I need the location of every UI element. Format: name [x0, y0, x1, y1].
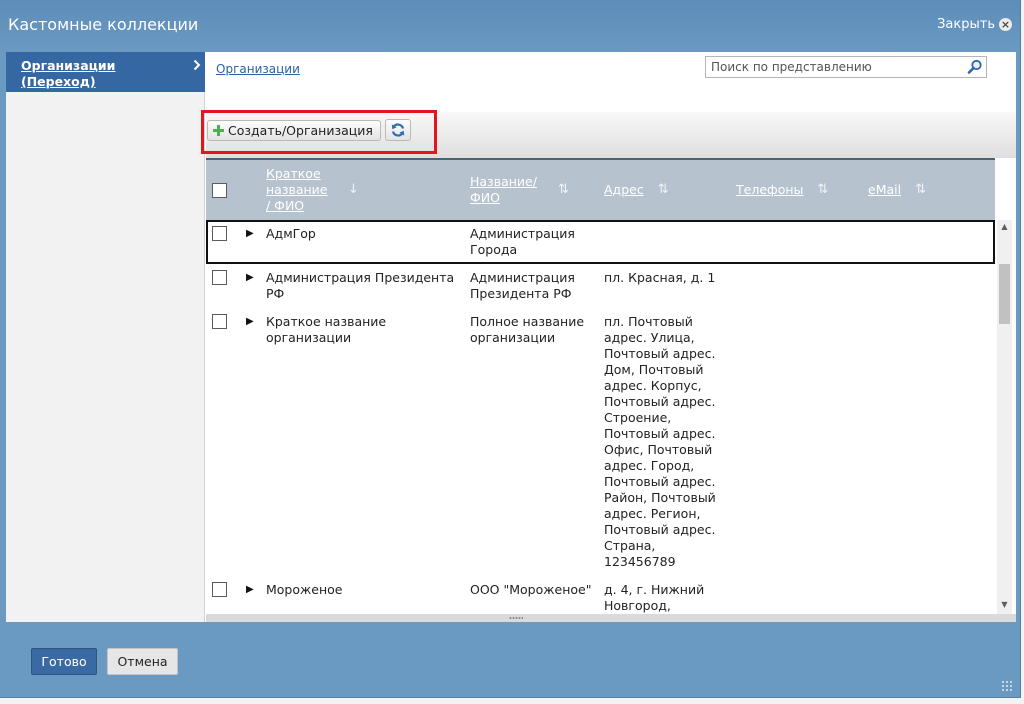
cell-phones[interactable] — [730, 576, 862, 614]
cell-phones[interactable] — [730, 220, 862, 264]
select-all-checkbox[interactable] — [212, 182, 227, 198]
column-header-label[interactable]: Название/ ФИО — [470, 174, 544, 206]
dialog-title: Кастомные коллекции — [8, 15, 199, 34]
row-checkbox[interactable] — [212, 270, 227, 285]
table-body: ▶ АдмГор Администрация Города ▶ Админист… — [206, 220, 995, 614]
column-header-email[interactable]: eMail ⇅ — [862, 160, 995, 220]
vertical-scrollbar[interactable]: ▲ ▼ — [997, 220, 1012, 614]
table-footer-strip — [206, 614, 1016, 622]
column-header-phones[interactable]: Телефоны ⇅ — [730, 160, 862, 220]
table-row[interactable]: ▶ АдмГор Администрация Города — [206, 220, 995, 264]
cell-short-name[interactable]: Краткое название организации — [260, 308, 464, 576]
refresh-button[interactable] — [385, 119, 411, 141]
resize-grip-icon[interactable] — [1001, 680, 1013, 692]
header-expand-cell — [238, 160, 260, 220]
cell-phones[interactable] — [730, 264, 862, 308]
sort-desc-icon[interactable]: ↓ — [348, 182, 359, 198]
expand-arrow-icon[interactable]: ▶ — [238, 220, 260, 264]
sort-icon[interactable]: ⇅ — [915, 182, 926, 198]
sidebar: Организации (Переход) — [6, 52, 205, 622]
cell-address[interactable]: пл. Почтовый адрес. Улица, Почтовый адре… — [598, 308, 730, 576]
sort-icon[interactable]: ⇅ — [558, 182, 569, 198]
cell-name[interactable]: Полное название организации — [464, 308, 598, 576]
table-header: Краткое название / ФИО ↓ Название/ ФИО ⇅… — [206, 158, 995, 220]
scroll-down-arrow-icon[interactable]: ▼ — [997, 598, 1012, 612]
column-header-label[interactable]: Телефоны — [736, 182, 803, 198]
expand-arrow-icon[interactable]: ▶ — [238, 264, 260, 308]
cell-address[interactable] — [598, 220, 730, 264]
breadcrumb-link[interactable]: Организации — [216, 61, 300, 77]
split-resize-handle[interactable] — [509, 616, 523, 620]
select-cell — [206, 220, 238, 264]
sidebar-item-organizations[interactable]: Организации (Переход) — [6, 52, 205, 92]
sidebar-item-label[interactable]: Организации (Переход) — [21, 58, 141, 90]
column-header-short-name[interactable]: Краткое название / ФИО ↓ — [260, 160, 464, 220]
column-header-name[interactable]: Название/ ФИО ⇅ — [464, 160, 598, 220]
header-select-cell — [206, 160, 238, 220]
title-bar: Кастомные коллекции Закрыть × — [0, 0, 1020, 50]
scroll-up-arrow-icon[interactable]: ▲ — [997, 220, 1012, 234]
column-header-label[interactable]: Краткое название / ФИО — [266, 166, 334, 214]
cell-short-name[interactable]: АдмГор — [260, 220, 464, 264]
cell-email[interactable] — [862, 576, 995, 614]
scroll-thumb[interactable] — [999, 264, 1010, 324]
select-cell — [206, 264, 238, 308]
cell-email[interactable] — [862, 264, 995, 308]
expand-arrow-icon[interactable]: ▶ — [238, 308, 260, 576]
cell-short-name[interactable]: Мороженое — [260, 576, 464, 614]
create-organization-button[interactable]: Создать/Организация — [207, 120, 381, 141]
table-row[interactable]: ▶ Мороженое ООО "Мороженое" д. 4, г. Ниж… — [206, 576, 995, 614]
done-button[interactable]: Готово — [31, 648, 97, 675]
cell-address[interactable]: д. 4, г. Нижний Новгород, — [598, 576, 730, 614]
select-cell — [206, 576, 238, 614]
cell-email[interactable] — [862, 308, 995, 576]
cell-phones[interactable] — [730, 308, 862, 576]
expand-arrow-icon[interactable]: ▶ — [238, 576, 260, 614]
table-row[interactable]: ▶ Администрация Президента РФ Администра… — [206, 264, 995, 308]
collections-dialog: Кастомные коллекции Закрыть × Организаци… — [0, 0, 1021, 698]
chevron-right-icon — [193, 59, 201, 71]
content-panel: Организации (Переход) Организации Поиск … — [6, 52, 1016, 622]
cell-short-name[interactable]: Администрация Президента РФ — [260, 264, 464, 308]
main-area: Организации Создать/Организация — [201, 52, 1016, 622]
row-checkbox[interactable] — [212, 314, 227, 329]
cancel-button[interactable]: Отмена — [107, 648, 178, 675]
search-input[interactable] — [706, 57, 962, 77]
close-button-label[interactable]: Закрыть — [937, 17, 995, 32]
close-button[interactable]: Закрыть × — [937, 15, 1012, 33]
search-box[interactable] — [705, 56, 987, 78]
table-row[interactable]: ▶ Краткое название организации Полное на… — [206, 308, 995, 576]
cell-name[interactable]: ООО "Мороженое" — [464, 576, 598, 614]
sort-icon[interactable]: ⇅ — [658, 182, 669, 198]
cell-address[interactable]: пл. Красная, д. 1 — [598, 264, 730, 308]
select-cell — [206, 308, 238, 576]
column-header-label[interactable]: Адрес — [604, 182, 644, 198]
column-header-address[interactable]: Адрес ⇅ — [598, 160, 730, 220]
cell-email[interactable] — [862, 220, 995, 264]
close-icon[interactable]: × — [999, 17, 1012, 31]
search-icon[interactable] — [967, 59, 983, 75]
sort-icon[interactable]: ⇅ — [817, 182, 828, 198]
plus-icon — [213, 125, 224, 136]
cell-name[interactable]: Администрация Президента РФ — [464, 264, 598, 308]
cell-name[interactable]: Администрация Города — [464, 220, 598, 264]
row-checkbox[interactable] — [212, 582, 227, 597]
column-header-label[interactable]: eMail — [868, 182, 901, 198]
refresh-icon — [391, 123, 405, 137]
create-organization-label[interactable]: Создать/Организация — [228, 123, 373, 138]
row-checkbox[interactable] — [212, 226, 227, 241]
